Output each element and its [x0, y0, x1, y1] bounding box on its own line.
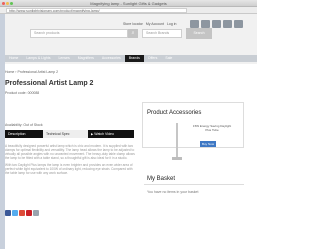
divider	[144, 184, 244, 185]
header-links: Store locator My Account Log in	[123, 22, 176, 26]
share-buttons	[5, 210, 39, 216]
login-link[interactable]: Log in	[167, 22, 177, 26]
tab-watch-video[interactable]: ▶ Watch Video	[88, 130, 134, 138]
google-share-icon[interactable]	[19, 210, 25, 216]
product-code: Product code: 000088	[5, 91, 40, 95]
availability-status: Availability: Out of Stock	[5, 123, 43, 127]
tab-label: Description	[8, 132, 26, 136]
tab-label: Watch Video	[94, 132, 114, 136]
product-tabs: Description Technical Spec ▶ Watch Video	[5, 130, 134, 138]
email-share-icon[interactable]	[33, 210, 39, 216]
nav-item-magnifiers[interactable]: Magnifiers	[74, 55, 98, 62]
pinterest-share-icon[interactable]	[26, 210, 32, 216]
tab-label: Technical Spec	[46, 132, 70, 136]
product-description: A beautifully designed powerful artist l…	[5, 144, 135, 178]
nav-item-home[interactable]: Home	[5, 55, 22, 62]
address-bar[interactable]: http://www.sunlightvisionary.com/product…	[6, 8, 187, 13]
accessory-tube-image[interactable]	[176, 123, 178, 159]
play-icon: ▶	[91, 132, 94, 136]
google-plus-icon[interactable]	[212, 20, 221, 28]
facebook-icon[interactable]	[190, 20, 199, 28]
browser-toolbar: http://www.sunlightvisionary.com/product…	[0, 7, 257, 14]
product-title: Professional Artist Lamp 2	[5, 78, 105, 90]
nav-item-lenses[interactable]: Lenses	[54, 55, 73, 62]
youtube-icon[interactable]	[234, 20, 243, 28]
window-title: Magnifying lamp - Sunlight Gifts & Gadge…	[90, 1, 167, 6]
accessory-name[interactable]: 15W Energy Saving Daylight Plus Tube	[192, 124, 232, 132]
twitter-icon[interactable]	[201, 20, 210, 28]
buy-now-button[interactable]: Buy Now	[200, 141, 216, 147]
breadcrumb: Home › Professional Artist Lamp 2	[5, 70, 59, 74]
accessories-title: Product Accessories	[147, 110, 202, 116]
tab-description[interactable]: Description	[5, 130, 43, 138]
nav-item-sale[interactable]: Sale	[161, 55, 176, 62]
nav-item-brands[interactable]: Brands	[124, 55, 144, 62]
facebook-share-icon[interactable]	[5, 210, 11, 216]
main-nav: Home Lamps & Lights Lenses Magnifiers Ac…	[5, 55, 257, 62]
my-account-link[interactable]: My Account	[146, 22, 164, 26]
description-paragraph: A beautifully designed powerful artist l…	[5, 144, 135, 160]
store-locator-link[interactable]: Store locator	[123, 22, 143, 26]
window-titlebar: Magnifying lamp - Sunlight Gifts & Gadge…	[0, 0, 257, 7]
basket-title: My Basket	[147, 176, 176, 182]
pinterest-icon[interactable]	[223, 20, 232, 28]
twitter-share-icon[interactable]	[12, 210, 18, 216]
search-icon[interactable]: ⌕	[128, 29, 138, 38]
search-input[interactable]: Search products	[30, 29, 128, 38]
search-button[interactable]: Search	[186, 28, 212, 39]
nav-item-offers[interactable]: Offers	[144, 55, 161, 62]
tab-technical-spec[interactable]: Technical Spec	[43, 130, 88, 138]
nav-item-lamps[interactable]: Lamps & Lights	[22, 55, 54, 62]
nav-item-accessories[interactable]: Accessories	[98, 55, 125, 62]
basket-empty-message: You have no items in your basket	[147, 190, 199, 194]
social-icons	[190, 20, 243, 28]
brand-search-input[interactable]: Search Brands	[142, 29, 182, 38]
accessory-tube-base	[172, 157, 182, 160]
description-paragraph: With two Daylight Plus lamps the lamp is…	[5, 163, 133, 175]
